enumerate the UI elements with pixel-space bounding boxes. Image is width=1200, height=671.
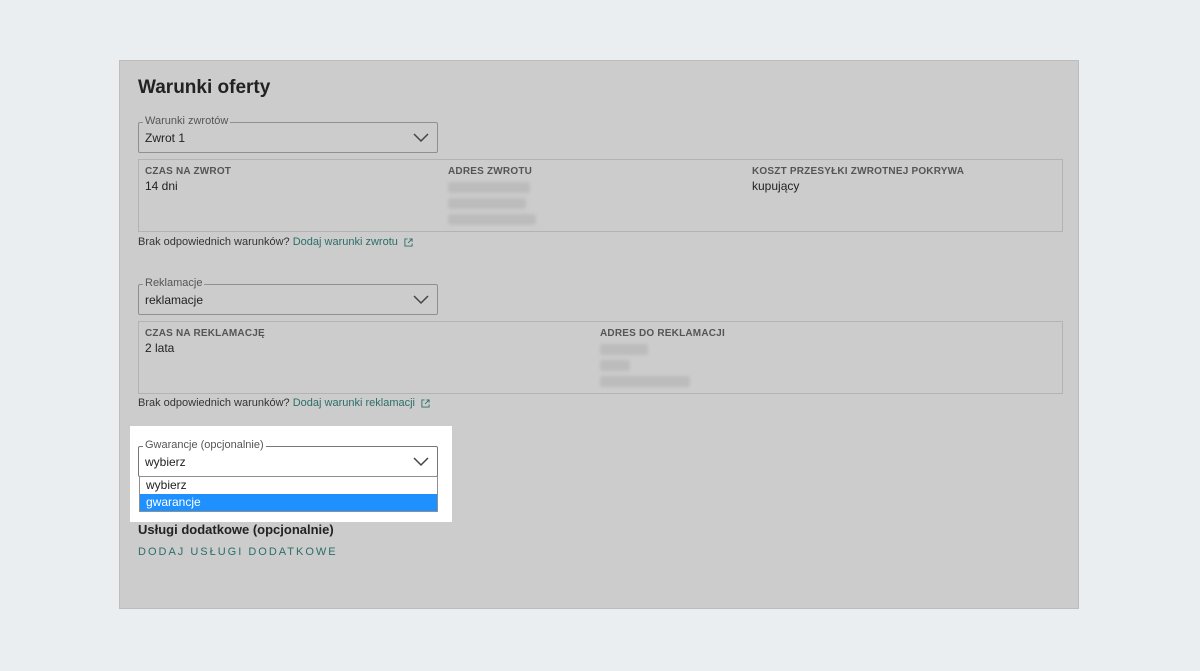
blurred-text	[448, 214, 536, 225]
chevron-down-icon	[413, 133, 429, 143]
complaints-address-header: ADRES DO REKLAMACJI	[600, 328, 725, 339]
blurred-text	[448, 182, 530, 193]
blurred-text	[600, 360, 630, 371]
returns-hint: Brak odpowiednich warunków? Dodaj warunk…	[138, 236, 413, 248]
blurred-text	[600, 376, 690, 387]
returns-address-header: ADRES ZWROTU	[448, 166, 533, 177]
complaints-address-col: ADRES DO REKLAMACJI	[600, 328, 725, 387]
warranty-select-legend: Gwarancje (opcjonalnie)	[143, 439, 266, 452]
returns-select[interactable]: Warunki zwrotów Zwrot 1	[138, 115, 438, 153]
complaints-time-value: 2 lata	[145, 341, 175, 355]
complaints-hint-text: Brak odpowiednich warunków?	[138, 397, 290, 409]
returns-hint-text: Brak odpowiednich warunków?	[138, 236, 290, 248]
warranty-option-gwarancje[interactable]: gwarancje	[140, 494, 437, 511]
add-return-terms-link[interactable]: Dodaj warunki zwrotu	[293, 236, 398, 248]
returns-cost-col: KOSZT PRZESYŁKI ZWROTNEJ POKRYWA kupując…	[752, 166, 964, 193]
chevron-down-icon	[413, 457, 429, 467]
warranty-highlight: Gwarancje (opcjonalnie) wybierz wybierz …	[130, 426, 452, 522]
returns-cost-header: KOSZT PRZESYŁKI ZWROTNEJ POKRYWA	[752, 166, 965, 177]
chevron-down-icon	[413, 295, 429, 305]
warranty-select[interactable]: Gwarancje (opcjonalnie) wybierz	[138, 439, 438, 477]
add-additional-services-button[interactable]: DODAJ USŁUGI DODATKOWE	[138, 546, 338, 558]
returns-cost-value: kupujący	[752, 179, 800, 193]
add-complaint-terms-link[interactable]: Dodaj warunki reklamacji	[293, 397, 415, 409]
complaints-time-col: CZAS NA REKLAMACJĘ 2 lata	[145, 328, 265, 355]
blurred-text	[600, 344, 648, 355]
complaints-details: CZAS NA REKLAMACJĘ 2 lata ADRES DO REKLA…	[138, 321, 1063, 394]
blurred-text	[448, 198, 526, 209]
warranty-option-wybierz[interactable]: wybierz	[140, 477, 437, 494]
returns-time-header: CZAS NA ZWROT	[145, 166, 232, 177]
page-title: Warunki oferty	[138, 77, 271, 98]
complaints-select-legend: Reklamacje	[143, 277, 205, 290]
complaints-time-header: CZAS NA REKLAMACJĘ	[145, 328, 265, 339]
offer-terms-card: Warunki oferty Warunki zwrotów Zwrot 1 C…	[119, 60, 1079, 609]
complaints-select[interactable]: Reklamacje reklamacje	[138, 277, 438, 315]
returns-details: CZAS NA ZWROT 14 dni ADRES ZWROTU KOSZT …	[138, 159, 1063, 232]
warranty-select-value: wybierz	[145, 455, 186, 469]
returns-select-legend: Warunki zwrotów	[143, 115, 231, 128]
returns-address-col: ADRES ZWROTU	[448, 166, 536, 225]
returns-time-col: CZAS NA ZWROT 14 dni	[145, 166, 231, 193]
returns-time-value: 14 dni	[145, 179, 178, 193]
external-link-icon[interactable]	[421, 399, 430, 408]
additional-services-title: Usługi dodatkowe (opcjonalnie)	[138, 522, 334, 537]
returns-select-value: Zwrot 1	[145, 131, 186, 145]
external-link-icon[interactable]	[404, 238, 413, 247]
complaints-hint: Brak odpowiednich warunków? Dodaj warunk…	[138, 397, 430, 409]
warranty-dropdown: wybierz gwarancje	[139, 476, 438, 512]
complaints-select-value: reklamacje	[145, 293, 204, 307]
